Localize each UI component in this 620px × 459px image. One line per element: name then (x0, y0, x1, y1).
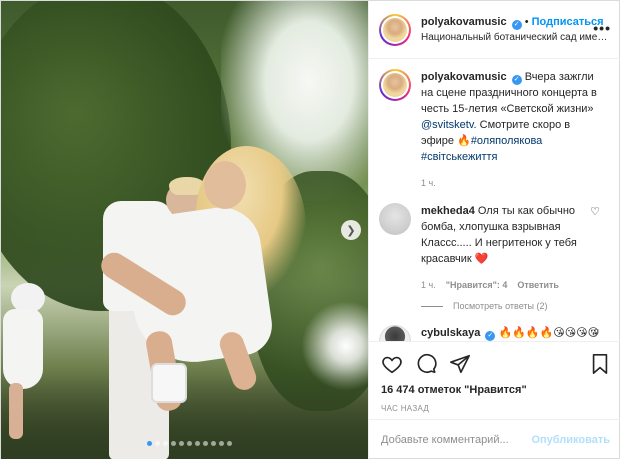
fire-emoji: 🔥 (457, 135, 471, 147)
photo-shoe (151, 363, 187, 403)
comment-like-heart-icon[interactable]: ♡ (590, 205, 600, 218)
carousel-dot (195, 441, 200, 446)
carousel-dot (187, 441, 192, 446)
carousel-dot (203, 441, 208, 446)
location-link[interactable]: Национальный ботанический сад имени Н... (421, 30, 611, 45)
comment-text: 🔥🔥🔥🔥😘😘😘😘 (498, 327, 600, 339)
avatar[interactable] (379, 13, 411, 46)
reply-button[interactable]: Ответить (517, 277, 559, 293)
post-actions: 16 474 отметок "Нравится" ЧАС НАЗАД (369, 341, 620, 413)
verified-badge-icon: ✓ (511, 75, 522, 85)
verified-badge-icon: ✓ (485, 331, 496, 341)
carousel-dot (147, 441, 152, 446)
photo-woman-head (204, 161, 246, 209)
comment-input[interactable] (381, 434, 532, 446)
post-dialog: ❯ polyakovamusic ✓ • Подписаться Национа… (0, 0, 620, 459)
likes-count[interactable]: 16 474 отметок "Нравится" (381, 384, 610, 396)
comment-username[interactable]: mekheda4 (421, 205, 475, 217)
post-photo[interactable]: ❯ (1, 1, 368, 459)
carousel-dot (219, 441, 224, 446)
post-comment-button[interactable]: Опубликовать (531, 434, 610, 446)
more-options-icon[interactable]: ••• (593, 20, 611, 36)
carousel-dot (171, 441, 176, 446)
post-side-panel: polyakovamusic ✓ • Подписаться Националь… (368, 1, 620, 459)
comment-time[interactable]: 1 ч. (421, 277, 436, 293)
chevron-right-icon[interactable]: ❯ (341, 220, 361, 240)
heart-emoji: ❤️ (474, 253, 489, 265)
caption-username[interactable]: polyakovamusic (421, 71, 507, 83)
comment-item: mekheda4 Оля ты как обычно бомба, хлопуш… (379, 203, 612, 293)
comment-item: cybulskaya ✓ 🔥🔥🔥🔥😘😘😘😘 ♡ (379, 325, 612, 341)
caption-time[interactable]: 1 ч. (421, 175, 436, 191)
comment-icon[interactable] (415, 353, 437, 375)
post-time[interactable]: ЧАС НАЗАД (381, 404, 610, 413)
carousel-dot (211, 441, 216, 446)
author-username[interactable]: polyakovamusic (421, 16, 507, 28)
carousel-dots (147, 441, 232, 446)
photo-background-dancer (1, 283, 45, 439)
avatar[interactable] (379, 69, 411, 101)
carousel-dot (227, 441, 232, 446)
carousel-dot (163, 441, 168, 446)
post-caption: polyakovamusic ✓ Вчера зажгли на сцене п… (379, 69, 612, 191)
share-icon[interactable] (449, 353, 471, 375)
comment-like-heart-icon[interactable]: ♡ (590, 327, 600, 340)
heart-icon[interactable] (381, 353, 403, 375)
view-replies-label: Посмотреть ответы (2) (453, 301, 548, 311)
carousel-dot (179, 441, 184, 446)
verified-badge-icon: ✓ (511, 19, 522, 30)
avatar[interactable] (379, 203, 411, 235)
carousel-dot (155, 441, 160, 446)
add-comment-bar: Опубликовать (369, 419, 620, 459)
avatar[interactable] (379, 325, 411, 341)
comment-username[interactable]: cybulskaya (421, 327, 480, 339)
caption-mention[interactable]: @svitsketv (421, 119, 474, 131)
post-header: polyakovamusic ✓ • Подписаться Националь… (369, 1, 620, 59)
view-replies-button[interactable]: Посмотреть ответы (2) (421, 301, 612, 311)
comment-likes-count[interactable]: "Нравится": 4 (446, 277, 508, 293)
bookmark-icon[interactable] (590, 353, 610, 375)
comments-list: polyakovamusic ✓ Вчера зажгли на сцене п… (369, 59, 620, 341)
